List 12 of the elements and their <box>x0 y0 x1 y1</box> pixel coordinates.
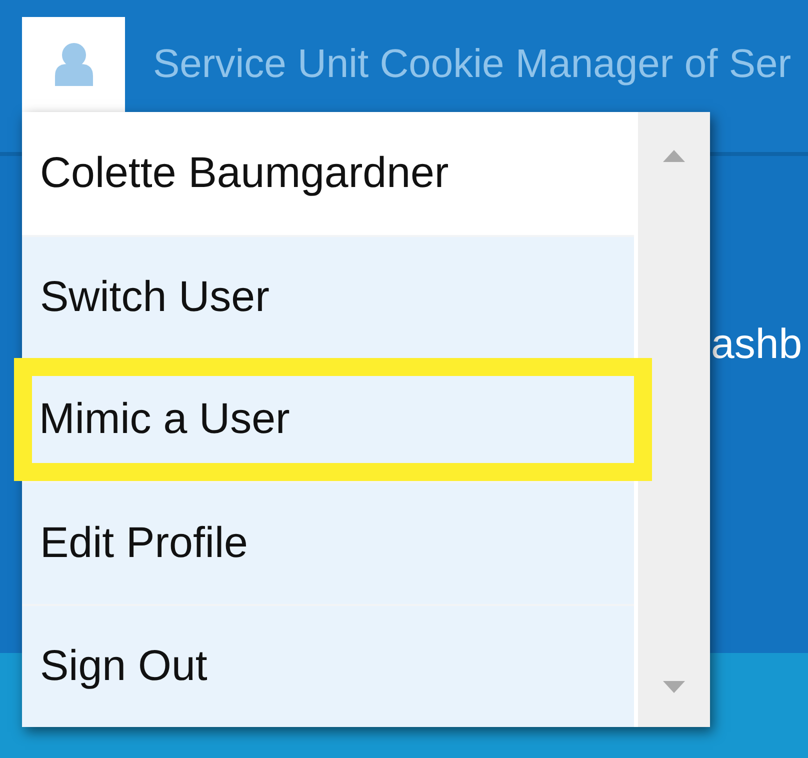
menu-item[interactable]: Sign Out <box>22 604 634 727</box>
page-heading: ashb <box>711 320 804 368</box>
person-icon <box>54 43 92 86</box>
menu-item[interactable]: Switch User <box>22 235 634 358</box>
menu-item[interactable]: Edit Profile <box>22 481 634 604</box>
scroll-down-icon[interactable] <box>663 681 685 693</box>
user-menu-button[interactable] <box>22 17 125 112</box>
menu-item[interactable]: Mimic a User <box>32 376 634 463</box>
header-title: Service Unit Cookie Manager of Ser <box>153 41 792 87</box>
scrollbar[interactable] <box>638 112 710 727</box>
user-name: Colette Baumgardner <box>22 112 634 235</box>
scroll-up-icon[interactable] <box>663 150 685 162</box>
